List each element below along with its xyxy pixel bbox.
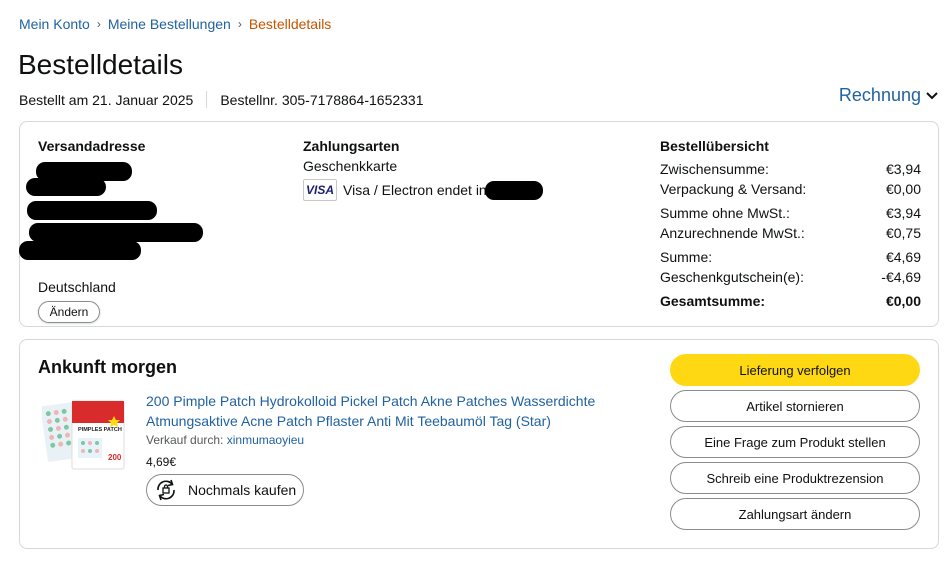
breadcrumb-my-account[interactable]: Mein Konto	[19, 16, 90, 32]
visa-logo-icon: VISA	[303, 179, 337, 201]
shipping-heading: Versandadresse	[38, 138, 146, 154]
summary-row: Summe ohne MwSt.: €3,94	[660, 203, 921, 223]
summary-row: Summe: €4,69	[660, 247, 921, 267]
cancel-item-button[interactable]: Artikel stornieren	[670, 390, 920, 422]
product-title-link[interactable]: 200 Pimple Patch Hydrokolloid Pickel Pat…	[146, 391, 626, 431]
sold-by-label: Verkauf durch:	[146, 433, 224, 447]
change-payment-button[interactable]: Zahlungsart ändern	[670, 498, 920, 530]
track-package-button[interactable]: Lieferung verfolgen	[670, 354, 920, 386]
summary-row: Geschenkgutschein(e): -€4,69	[660, 267, 921, 287]
order-number: Bestellnr. 305-7178864-1652331	[220, 91, 424, 108]
buy-again-icon	[157, 479, 175, 501]
redacted-address-line	[27, 201, 157, 220]
product-image-count: 200	[108, 453, 122, 462]
shipping-address-section: Versandadresse Deutschland Ändern	[19, 138, 238, 323]
breadcrumb-separator: ›	[96, 17, 101, 31]
payment-gift-card: Geschenkkarte	[303, 158, 398, 174]
redacted-address-line	[29, 223, 203, 242]
summary-row-value: €3,94	[885, 161, 921, 177]
arrival-heading: Ankunft morgen	[38, 357, 177, 377]
summary-row-value: €0,75	[885, 225, 921, 241]
summary-row: Anzurechnende MwSt.: €0,75	[660, 223, 921, 243]
buy-again-label: Nochmals kaufen	[188, 482, 297, 498]
payment-heading: Zahlungsarten	[303, 138, 400, 154]
seller-line: Verkauf durch: xinmumaoyieu	[146, 433, 626, 447]
summary-row: Verpackung & Versand: €0,00	[660, 179, 921, 199]
breadcrumb: Mein Konto › Meine Bestellungen › Bestel…	[19, 16, 331, 32]
edit-address-button[interactable]: Ändern	[38, 301, 100, 323]
breadcrumb-separator: ›	[237, 17, 242, 31]
invoice-label: Rechnung	[838, 85, 921, 105]
summary-row-label: Verpackung & Versand:	[660, 181, 807, 197]
ask-product-question-button[interactable]: Eine Frage zum Produkt stellen	[670, 426, 920, 458]
order-actions: Lieferung verfolgen Artikel stornieren E…	[670, 354, 920, 534]
order-meta: Bestellt am 21. Januar 2025 Bestellnr. 3…	[19, 91, 424, 108]
product-image-label: PIMPLES PATCH	[78, 427, 122, 433]
summary-total-value: €0,00	[885, 293, 921, 309]
payment-card-text: Visa / Electron endet in	[343, 182, 487, 198]
buy-again-button[interactable]: Nochmals kaufen	[146, 474, 304, 506]
breadcrumb-my-orders[interactable]: Meine Bestellungen	[108, 16, 231, 32]
shipping-country: Deutschland	[38, 279, 116, 295]
summary-row-value: -€4,69	[881, 269, 921, 285]
payment-section: Zahlungsarten Geschenkkarte VISA Visa / …	[303, 138, 603, 201]
summary-total-row: Gesamtsumme: €0,00	[660, 291, 921, 311]
summary-heading: Bestellübersicht	[660, 138, 769, 154]
breadcrumb-current: Bestelldetails	[248, 16, 332, 32]
summary-row-label: Summe ohne MwSt.:	[660, 205, 790, 221]
summary-total-label: Gesamtsumme:	[660, 293, 766, 309]
invoice-dropdown[interactable]: Rechnung	[839, 85, 938, 106]
payment-card: VISA Visa / Electron endet in	[303, 179, 603, 201]
summary-row: Zwischensumme: €3,94	[660, 159, 921, 179]
product-image[interactable]: PIMPLES PATCH 200	[42, 398, 128, 474]
redacted-address-line	[19, 241, 141, 260]
seller-link[interactable]: xinmumaoyieu	[227, 433, 304, 447]
product-price: 4,69€	[146, 455, 177, 469]
redacted-card-digits	[484, 180, 543, 200]
product-info: 200 Pimple Patch Hydrokolloid Pickel Pat…	[146, 391, 626, 469]
shipment-card: Ankunft morgen PIMPLES PATCH 200 200 Pim…	[19, 339, 939, 549]
redacted-address-line	[26, 178, 106, 196]
order-date: Bestellt am 21. Januar 2025	[19, 91, 194, 108]
meta-divider	[206, 91, 208, 108]
summary-row-label: Geschenkgutschein(e):	[660, 269, 804, 285]
summary-row-value: €3,94	[885, 205, 921, 221]
page-title: Bestelldetails	[18, 49, 183, 80]
summary-row-label: Zwischensumme:	[660, 161, 769, 177]
summary-row-value: €0,00	[885, 181, 921, 197]
summary-row-label: Summe:	[660, 249, 713, 265]
order-summary-section: Bestellübersicht Zwischensumme: €3,94 Ve…	[660, 138, 921, 311]
chevron-down-icon	[926, 91, 938, 99]
summary-row-value: €4,69	[885, 249, 921, 265]
write-review-button[interactable]: Schreib eine Produktrezension	[670, 462, 920, 494]
order-info-card: Versandadresse Deutschland Ändern Zahlun…	[19, 121, 939, 327]
summary-row-label: Anzurechnende MwSt.:	[660, 225, 805, 241]
